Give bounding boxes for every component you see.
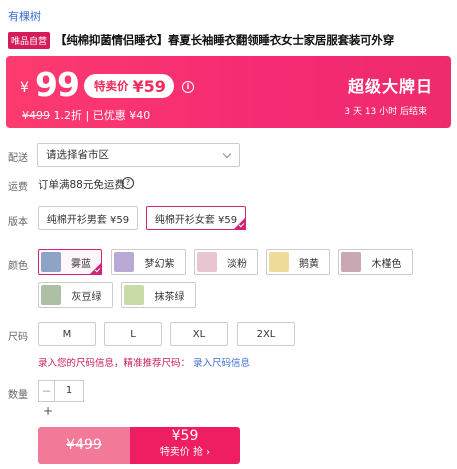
size-tip-text: 录入您的尺码信息，精准推荐尺码： <box>38 358 191 369</box>
selected-check-icon <box>89 262 102 275</box>
color-option-ehuang[interactable]: 鹅黄 <box>266 249 330 275</box>
version-option-label: 纯棉开衫男套 ¥59 <box>46 214 130 226</box>
delivery-label: 配送 <box>8 153 28 164</box>
color-thumbnail <box>114 252 134 272</box>
separator: | <box>85 109 90 122</box>
version-option-men[interactable]: 纯棉开衫男套 ¥59 <box>38 206 138 230</box>
region-select[interactable]: 请选择省市区 <box>37 143 240 167</box>
color-thumbnail <box>124 285 144 305</box>
color-option-label: 木槿色 <box>371 258 402 270</box>
color-thumbnail <box>269 252 289 272</box>
shipping-label: 运费 <box>8 182 28 193</box>
region-select-value: 请选择省市区 <box>46 149 109 161</box>
version-option-women[interactable]: 纯棉开衫女套 ¥59 <box>146 206 246 230</box>
version-option-label: 纯棉开衫女套 ¥59 <box>154 214 238 226</box>
color-option-wulan[interactable]: 雾蓝 <box>38 249 102 275</box>
saved-amount: 已优惠 ¥40 <box>92 109 151 122</box>
special-price-pill: 特卖价 ¥59 <box>84 74 174 98</box>
chevron-down-icon <box>222 149 232 159</box>
price-summary: ¥499 1.2折 | 已优惠 ¥40 <box>22 107 150 123</box>
self-operated-badge: 唯品自营 <box>8 31 51 49</box>
size-option-xl[interactable]: XL <box>170 322 228 346</box>
color-option-menghuanzi[interactable]: 梦幻紫 <box>111 249 186 275</box>
color-option-label: 淡粉 <box>227 258 247 270</box>
color-option-mujinse[interactable]: 木槿色 <box>338 249 413 275</box>
color-option-label: 抹茶绿 <box>154 291 185 303</box>
size-option-label: L <box>130 328 136 340</box>
color-label: 颜色 <box>8 261 28 272</box>
buy-now-button[interactable]: ¥59 特卖价 抢 › <box>130 427 240 464</box>
size-info-link[interactable]: 录入尺码信息 <box>193 358 250 369</box>
size-label: 尺码 <box>8 332 28 343</box>
shipping-text: 订单满88元免运费 <box>38 179 125 191</box>
quantity-plus-button[interactable]: + <box>43 404 53 418</box>
color-thumbnail <box>41 285 61 305</box>
version-label: 版本 <box>8 217 28 228</box>
question-circle-icon[interactable]: ? <box>122 177 134 189</box>
quantity-minus-button[interactable]: − <box>39 381 55 401</box>
size-option-m[interactable]: M <box>38 322 96 346</box>
color-option-huidoulv[interactable]: 灰豆绿 <box>38 282 113 308</box>
product-title: 【纯棉抑菌情侣睡衣】春夏长袖睡衣翻领睡衣女士家居服套装可外穿 <box>55 33 395 47</box>
currency-symbol: ¥ <box>20 80 29 96</box>
quantity-label: 数量 <box>8 390 28 401</box>
color-option-label: 灰豆绿 <box>71 291 102 303</box>
buy-original-price: ¥499 <box>66 437 102 453</box>
color-option-label: 梦幻紫 <box>144 258 175 270</box>
size-option-label: 2XL <box>256 328 276 340</box>
special-price-value: ¥59 <box>132 76 166 96</box>
color-thumbnail <box>197 252 217 272</box>
size-option-l[interactable]: L <box>104 322 162 346</box>
size-option-2xl[interactable]: 2XL <box>237 322 295 346</box>
buy-action-label: 特卖价 抢 › <box>159 447 211 458</box>
product-title-row: 唯品自营 【纯棉抑菌情侣睡衣】春夏长袖睡衣翻领睡衣女士家居服套装可外穿 <box>8 31 453 49</box>
selected-check-icon <box>233 217 246 230</box>
size-option-label: M <box>62 328 72 340</box>
store-name[interactable]: 有棵树 <box>8 8 41 24</box>
buy-price: ¥59 <box>171 428 199 444</box>
size-tip: 录入您的尺码信息，精准推荐尺码： 录入尺码信息 <box>38 355 250 369</box>
color-thumbnail <box>341 252 361 272</box>
price-banner: ¥ 99 特卖价 ¥59 i ¥499 1.2折 | 已优惠 ¥40 超级大牌日… <box>6 56 451 128</box>
color-option-mochalv[interactable]: 抹茶绿 <box>121 282 196 308</box>
color-thumbnail <box>41 252 61 272</box>
event-title: 超级大牌日 <box>347 77 433 96</box>
original-price: ¥499 <box>22 109 50 122</box>
quantity-stepper: − 1 <box>38 380 84 402</box>
color-option-label: 鹅黄 <box>299 258 319 270</box>
size-option-label: XL <box>192 328 206 340</box>
vip-price: 99 <box>35 65 80 104</box>
original-price-button: ¥499 <box>38 427 130 464</box>
color-option-danfen[interactable]: 淡粉 <box>194 249 258 275</box>
quantity-input[interactable]: 1 <box>55 381 83 401</box>
info-icon[interactable]: i <box>182 81 194 93</box>
special-price-label: 特卖价 <box>94 79 129 93</box>
countdown-timer: 3 天 13 小时 后结束 <box>344 107 427 117</box>
discount-rate: 1.2折 <box>53 109 83 122</box>
